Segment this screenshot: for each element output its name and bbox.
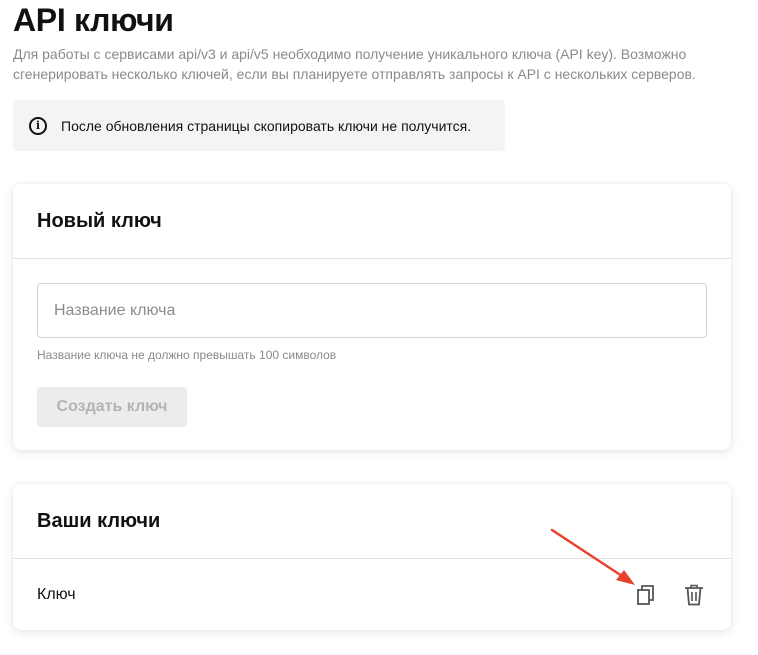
your-keys-title: Ваши ключи [37,509,161,532]
key-name-hint: Название ключа не должно превышать 100 с… [37,348,337,362]
create-key-button[interactable]: Создать ключ [37,387,187,427]
page-description: Для работы с сервисами api/v3 и api/v5 н… [13,46,696,82]
new-key-title: Новый ключ [37,209,162,232]
notice-text: После обновления страницы скопировать кл… [61,117,472,134]
info-icon: i [29,116,47,135]
key-name-input[interactable] [37,283,707,338]
delete-key-button[interactable] [682,583,706,607]
info-notice: i После обновления страницы скопировать … [13,100,505,151]
trash-icon [685,584,703,606]
annotation-arrow-icon [550,528,635,585]
key-label: Ключ [37,585,76,603]
page-title: API ключи [13,2,174,38]
new-key-card-header: Новый ключ [13,184,731,259]
new-key-card: Новый ключ Название ключа не должно прев… [13,184,731,450]
